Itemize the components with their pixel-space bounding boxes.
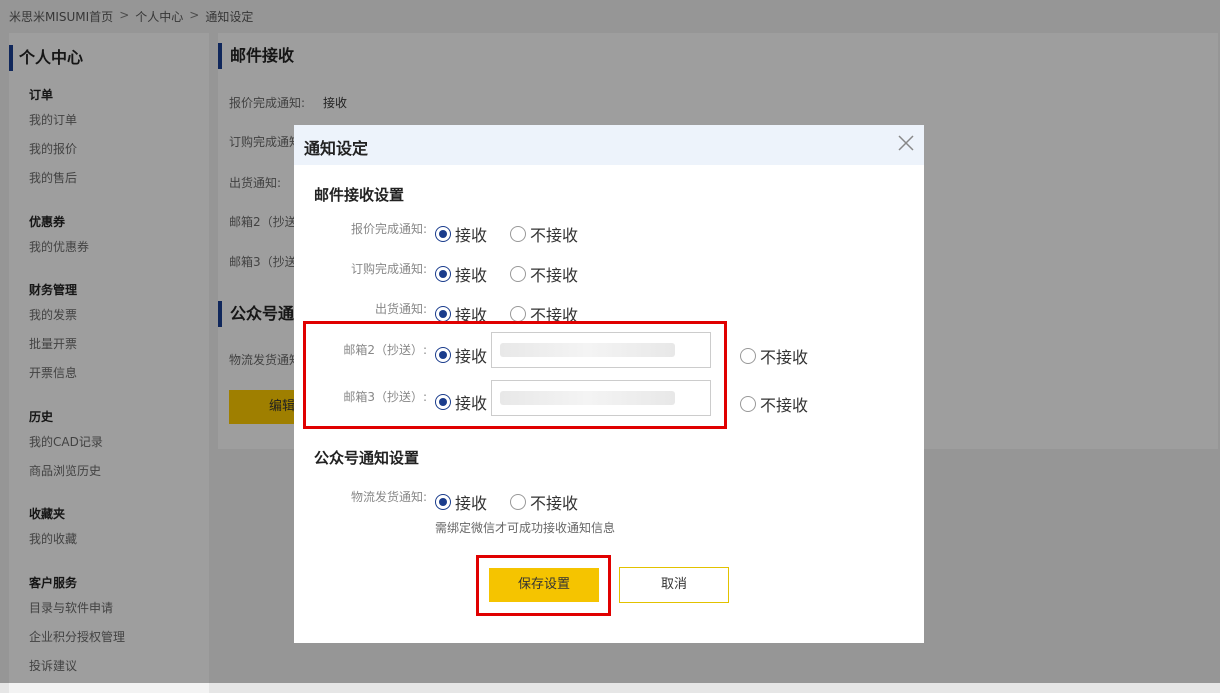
email-highlight-box — [303, 321, 727, 429]
radio-label: 不接收 — [760, 348, 809, 367]
radio-label: 不接收 — [530, 226, 579, 245]
order-receive-radio[interactable]: 接收 — [435, 262, 487, 286]
option-label: 报价完成通知: — [350, 222, 427, 236]
option-label: 订购完成通知: — [350, 262, 427, 276]
cancel-button[interactable]: 取消 — [619, 567, 729, 603]
radio-checked-icon — [435, 494, 451, 510]
radio-checked-icon — [435, 226, 451, 242]
email-settings-title: 邮件接收设置 — [314, 186, 405, 204]
modal-header: 通知设定 — [294, 125, 924, 165]
radio-label: 接收 — [455, 494, 488, 513]
radio-label: 不接收 — [760, 396, 809, 415]
order-complete-option: 订购完成通知: — [294, 260, 427, 280]
radio-unchecked-icon — [740, 348, 756, 364]
radio-label: 不接收 — [530, 494, 579, 513]
logistics-option: 物流发货通知: — [294, 488, 427, 508]
option-label: 物流发货通知: — [350, 490, 427, 504]
radio-unchecked-icon — [510, 306, 526, 322]
radio-label: 接收 — [455, 226, 488, 245]
logistics-not-receive-radio[interactable]: 不接收 — [510, 490, 578, 514]
radio-label: 不接收 — [530, 266, 579, 285]
logistics-receive-radio[interactable]: 接收 — [435, 490, 487, 514]
modal-title: 通知设定 — [304, 139, 369, 158]
notification-settings-modal: 通知设定 邮件接收设置 报价完成通知: 接收 不接收 订购完成通知: 接收 不接… — [294, 125, 924, 643]
order-not-receive-radio[interactable]: 不接收 — [510, 262, 578, 286]
option-label: 出货通知: — [374, 302, 427, 316]
radio-unchecked-icon — [510, 494, 526, 510]
radio-unchecked-icon — [510, 266, 526, 282]
wechat-settings-title: 公众号通知设置 — [314, 449, 420, 467]
save-button[interactable]: 保存设置 — [489, 568, 599, 602]
email2-not-receive-radio[interactable]: 不接收 — [740, 344, 808, 368]
radio-unchecked-icon — [740, 396, 756, 412]
radio-unchecked-icon — [510, 226, 526, 242]
quote-not-receive-radio[interactable]: 不接收 — [510, 222, 578, 246]
radio-label: 接收 — [455, 266, 488, 285]
quote-complete-option: 报价完成通知: — [294, 220, 427, 240]
email3-not-receive-radio[interactable]: 不接收 — [740, 392, 808, 416]
radio-checked-icon — [435, 306, 451, 322]
wechat-bind-note: 需绑定微信才可成功接收通知信息 — [435, 521, 616, 535]
close-icon[interactable] — [896, 133, 916, 153]
radio-checked-icon — [435, 266, 451, 282]
quote-receive-radio[interactable]: 接收 — [435, 222, 487, 246]
shipping-option: 出货通知: — [294, 300, 427, 320]
